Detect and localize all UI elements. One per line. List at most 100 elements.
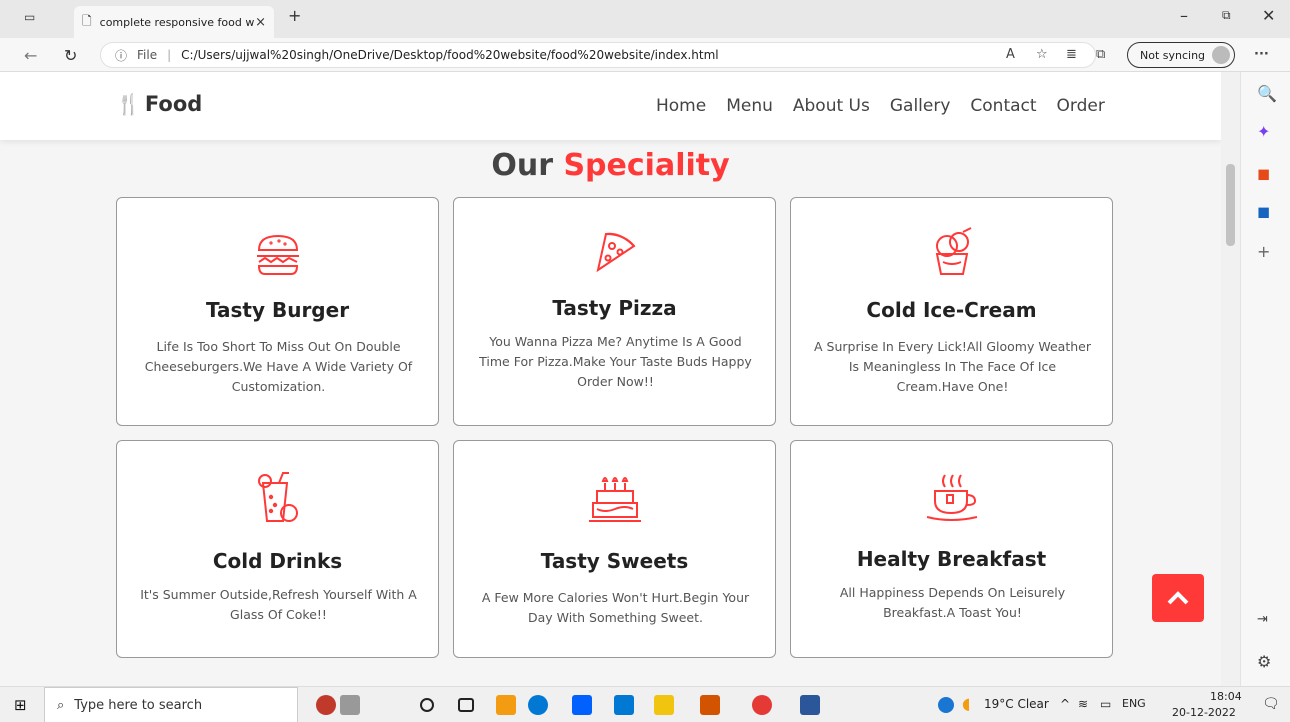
url-field[interactable]: ⓘ File | C:/Users/ujjwal%20singh/OneDriv…: [100, 42, 1096, 68]
word-icon[interactable]: [800, 695, 820, 715]
powerpoint-icon[interactable]: [700, 695, 720, 715]
tab-title: complete responsive food websit: [99, 15, 255, 29]
url-text: C:/Users/ujjwal%20singh/OneDrive/Desktop…: [181, 48, 719, 62]
nav-contact[interactable]: Contact: [970, 96, 1036, 116]
language-indicator[interactable]: ENG: [1122, 697, 1146, 710]
back-icon[interactable]: ←: [24, 46, 37, 65]
dropbox-icon[interactable]: [572, 695, 592, 715]
task-view-icon[interactable]: [458, 698, 474, 712]
speciality-card: Tasty Sweets A Few More Calories Won't H…: [453, 440, 776, 658]
copilot-icon[interactable]: ✦: [1257, 122, 1270, 141]
card-description: You Wanna Pizza Me? Anytime Is A Good Ti…: [479, 334, 752, 389]
card-description: All Happiness Depends On Leisurely Break…: [839, 585, 1066, 620]
help-icon[interactable]: [938, 697, 954, 713]
card-description: Life Is Too Short To Miss Out On Double …: [144, 339, 413, 394]
cake-icon: [454, 471, 775, 531]
card-description: A Surprise In Every Lick!All Gloomy Weat…: [814, 339, 1091, 394]
favorite-icon[interactable]: ☆: [1036, 47, 1048, 62]
avatar: [1212, 46, 1230, 64]
clock-date[interactable]: 20-12-2022: [1172, 706, 1236, 719]
clock-time[interactable]: 18:04: [1210, 690, 1242, 703]
widget-icon[interactable]: [340, 695, 360, 715]
search-placeholder: Type here to search: [74, 697, 203, 713]
url-scheme: File: [137, 48, 158, 62]
logo-text: Food: [144, 92, 203, 116]
sidebar-toggle-icon[interactable]: ⇥: [1257, 612, 1268, 627]
nav-about-us[interactable]: About Us: [793, 96, 870, 116]
sync-button[interactable]: Not syncing: [1127, 42, 1235, 68]
search-icon: ⌕: [57, 697, 65, 713]
url-separator: |: [167, 48, 172, 62]
tab-actions-icon[interactable]: ▭: [24, 10, 35, 24]
gear-icon[interactable]: ⚙: [1257, 652, 1271, 671]
collections-icon[interactable]: ⧉: [1096, 47, 1105, 62]
weather-widget-icon[interactable]: [316, 695, 336, 715]
office-icon[interactable]: ◼: [1257, 164, 1270, 183]
speciality-card: Cold Ice-Cream A Surprise In Every Lick!…: [790, 197, 1113, 426]
tab-close-icon[interactable]: ×: [255, 15, 266, 30]
new-tab-button[interactable]: +: [288, 6, 301, 25]
heading-main: Our: [491, 148, 553, 183]
mail-icon[interactable]: [614, 695, 634, 715]
add-icon[interactable]: +: [1257, 242, 1270, 261]
drink-icon: [117, 471, 438, 529]
restore-icon[interactable]: ⧉: [1222, 8, 1231, 23]
card-title: Tasty Sweets: [540, 549, 689, 573]
nav-menu[interactable]: Menu: [726, 96, 773, 116]
nav-order[interactable]: Order: [1057, 96, 1105, 116]
refresh-icon[interactable]: ↻: [64, 46, 77, 65]
section-heading: Our Speciality: [0, 148, 1221, 183]
taskbar: ⊞ ⌕ Type here to search ◖ 19°C Clear ^ ≋…: [0, 686, 1290, 722]
web-page: 🍴 Food Home Menu About Us Gallery Contac…: [0, 72, 1221, 686]
close-window-icon[interactable]: ✕: [1262, 6, 1275, 25]
site-logo[interactable]: 🍴 Food: [116, 92, 202, 116]
tray-chevron-icon[interactable]: ^: [1060, 697, 1070, 711]
search-icon[interactable]: 🔍: [1257, 84, 1277, 103]
nav-home[interactable]: Home: [656, 96, 706, 116]
pizza-icon: [454, 226, 775, 278]
page-scrollbar[interactable]: [1221, 72, 1240, 686]
speciality-card: Cold Drinks It's Summer Outside,Refresh …: [116, 440, 439, 658]
ice-cream-icon: [791, 226, 1112, 282]
minimize-icon[interactable]: –: [1180, 6, 1188, 25]
favorites-list-icon[interactable]: ≣: [1066, 47, 1077, 62]
card-title: Tasty Burger: [205, 298, 350, 322]
file-explorer-icon[interactable]: [654, 695, 674, 715]
wifi-icon[interactable]: ≋: [1078, 697, 1088, 711]
card-title: Healty Breakfast: [856, 547, 1047, 571]
speciality-card: Healty Breakfast All Happiness Depends O…: [790, 440, 1113, 658]
site-header: 🍴 Food Home Menu About Us Gallery Contac…: [0, 72, 1221, 140]
weather-icon: ◖: [962, 694, 971, 713]
card-title: Cold Ice-Cream: [866, 298, 1037, 322]
tab-strip: ▭ 🗋 complete responsive food websit × + …: [0, 0, 1290, 38]
edge-icon[interactable]: [528, 695, 548, 715]
windows-start-icon[interactable]: ⊞: [14, 696, 27, 714]
browser-tab[interactable]: 🗋 complete responsive food websit ×: [74, 6, 274, 38]
nav-gallery[interactable]: Gallery: [890, 96, 951, 116]
weather-text[interactable]: 19°C Clear: [984, 697, 1049, 711]
chevron-up-icon: [1167, 591, 1189, 605]
address-bar: ← ↻ ⓘ File | C:/Users/ujjwal%20singh/One…: [0, 38, 1290, 72]
scroll-top-button[interactable]: [1152, 574, 1204, 622]
burger-icon: [117, 232, 438, 282]
notifications-icon[interactable]: 🗨: [1262, 696, 1280, 712]
battery-icon[interactable]: ▭: [1100, 697, 1111, 711]
speciality-card: Tasty Burger Life Is Too Short To Miss O…: [116, 197, 439, 426]
sublime-icon[interactable]: [496, 695, 516, 715]
sync-label: Not syncing: [1140, 48, 1206, 62]
card-title: Cold Drinks: [212, 549, 343, 573]
scrollbar-thumb[interactable]: [1226, 164, 1235, 246]
cortana-icon[interactable]: [420, 698, 434, 712]
coffee-cup-icon: [791, 471, 1112, 529]
read-aloud-icon[interactable]: A: [1006, 47, 1015, 62]
info-icon: ⓘ: [115, 48, 128, 63]
outlook-icon[interactable]: ◼: [1257, 202, 1270, 221]
card-description: A Few More Calories Won't Hurt.Begin You…: [481, 590, 750, 625]
main-nav: Home Menu About Us Gallery Contact Order: [656, 96, 1105, 116]
cutlery-icon: 🍴: [116, 92, 141, 116]
browser-sidebar: 🔍 ✦ ◼ ◼ + ⇥ ⚙: [1240, 72, 1290, 686]
more-icon[interactable]: ···: [1254, 47, 1269, 62]
chrome-icon[interactable]: [752, 695, 772, 715]
speciality-card: Tasty Pizza You Wanna Pizza Me? Anytime …: [453, 197, 776, 426]
taskbar-search[interactable]: ⌕ Type here to search: [44, 687, 298, 722]
